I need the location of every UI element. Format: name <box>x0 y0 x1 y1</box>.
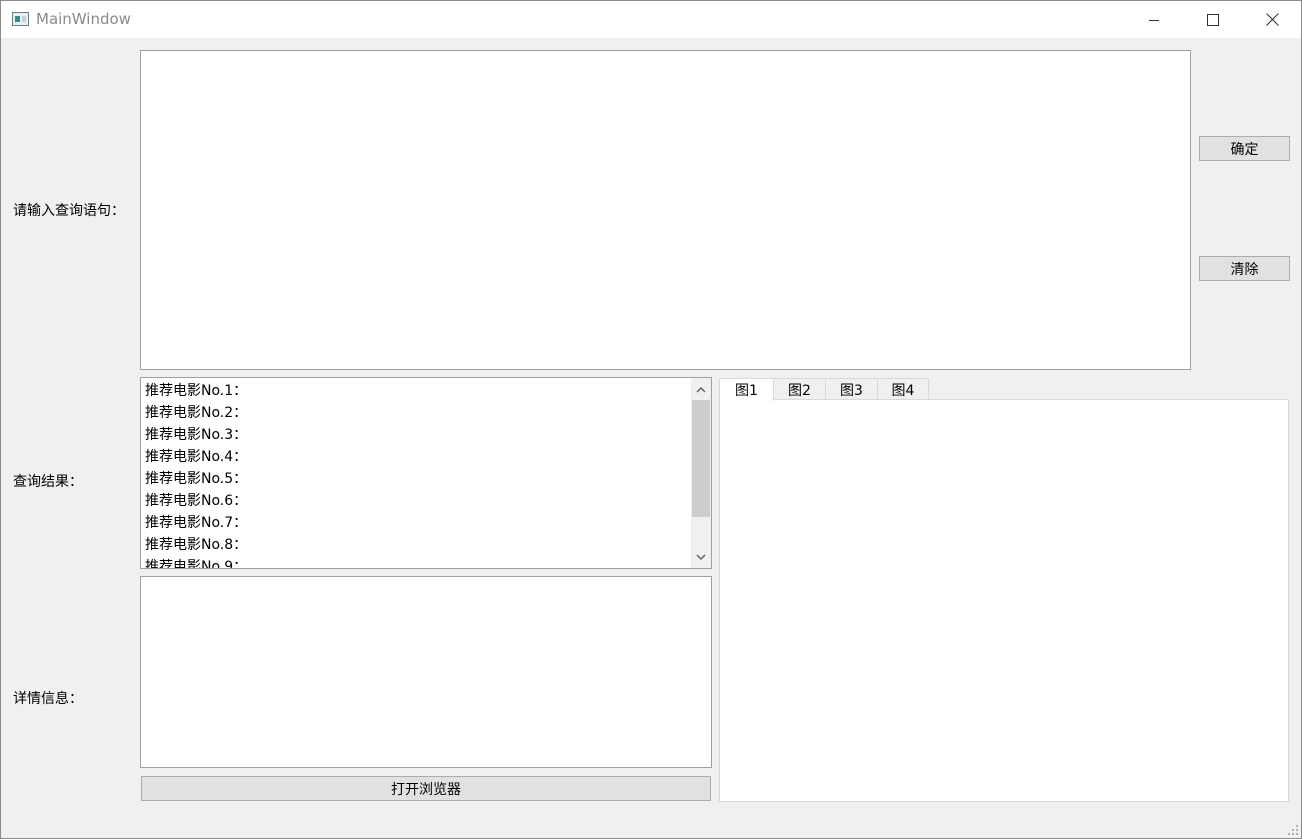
scroll-down-button[interactable] <box>691 546 711 568</box>
maximize-icon <box>1207 13 1219 26</box>
details-label: 详情信息： <box>13 691 83 707</box>
title-bar[interactable]: MainWindow <box>1 1 1301 38</box>
list-item[interactable]: 推荐电影No.3： <box>145 424 685 446</box>
minimize-button[interactable] <box>1125 1 1183 38</box>
main-window: MainWindow 请输入查询语句： 确定 清除 查询结果： 推荐电影No.1… <box>0 0 1302 839</box>
tab-image-4[interactable]: 图4 <box>877 378 929 400</box>
list-item[interactable]: 推荐电影No.4： <box>145 446 685 468</box>
close-icon <box>1265 13 1279 26</box>
results-label: 查询结果： <box>13 474 83 490</box>
list-item[interactable]: 推荐电影No.8： <box>145 534 685 556</box>
clear-button[interactable]: 清除 <box>1199 256 1290 281</box>
tab-image-1[interactable]: 图1 <box>719 378 774 401</box>
tab-image-3[interactable]: 图3 <box>825 378 878 400</box>
list-item[interactable]: 推荐电影No.2： <box>145 402 685 424</box>
scroll-thumb[interactable] <box>692 400 710 517</box>
list-item[interactable]: 推荐电影No.9： <box>145 556 685 568</box>
list-item[interactable]: 推荐电影No.6： <box>145 490 685 512</box>
results-list-items: 推荐电影No.1： 推荐电影No.2： 推荐电影No.3： 推荐电影No.4： … <box>145 380 685 568</box>
minimize-icon <box>1149 19 1159 21</box>
results-list[interactable]: 推荐电影No.1： 推荐电影No.2： 推荐电影No.3： 推荐电影No.4： … <box>140 377 712 569</box>
window-title: MainWindow <box>36 10 131 28</box>
image-tab-panel <box>719 399 1289 802</box>
details-text[interactable] <box>140 576 712 768</box>
open-browser-button[interactable]: 打开浏览器 <box>141 776 711 801</box>
chevron-up-icon <box>696 386 706 393</box>
results-scrollbar[interactable] <box>691 378 711 568</box>
query-input[interactable] <box>140 50 1191 370</box>
close-button[interactable] <box>1243 1 1301 38</box>
maximize-button[interactable] <box>1184 1 1242 38</box>
list-item[interactable]: 推荐电影No.1： <box>145 380 685 402</box>
query-label: 请输入查询语句： <box>13 203 125 219</box>
list-item[interactable]: 推荐电影No.5： <box>145 468 685 490</box>
confirm-button[interactable]: 确定 <box>1199 136 1290 161</box>
app-window-icon <box>12 12 29 26</box>
tab-image-2[interactable]: 图2 <box>773 378 826 400</box>
chevron-down-icon <box>696 553 706 560</box>
list-item[interactable]: 推荐电影No.7： <box>145 512 685 534</box>
scroll-up-button[interactable] <box>691 378 711 400</box>
resize-grip-icon[interactable] <box>1287 824 1299 836</box>
